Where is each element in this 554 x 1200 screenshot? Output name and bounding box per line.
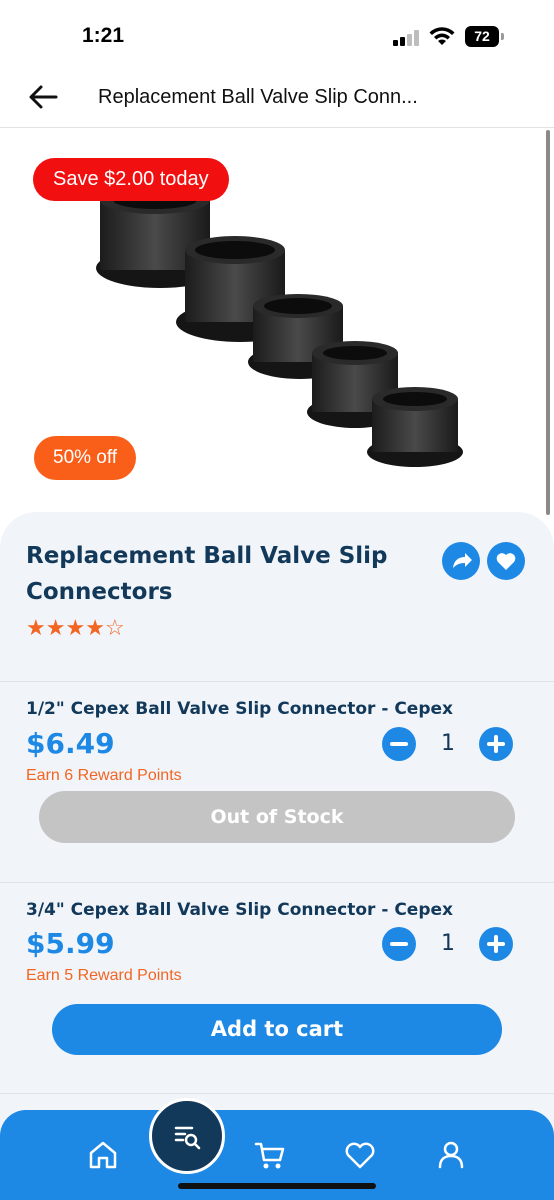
wifi-icon <box>429 27 455 45</box>
heart-icon[interactable] <box>343 1138 377 1172</box>
star-empty-icon: ☆ <box>104 616 125 641</box>
star-icon: ★ <box>45 616 66 641</box>
search-list-icon <box>174 1126 201 1150</box>
scrollbar[interactable] <box>546 130 550 515</box>
discount-badge: 50% off <box>34 436 137 480</box>
home-indicator <box>178 1183 376 1189</box>
cart-icon[interactable] <box>253 1138 287 1172</box>
out-of-stock-button: Out of Stock <box>39 791 515 843</box>
back-arrow-icon[interactable] <box>26 82 60 112</box>
app-header: Replacement Ball Valve Slip Conn... <box>0 70 554 128</box>
battery-icon: 72 <box>465 26 505 47</box>
star-rating: ★★★★☆ <box>26 616 125 641</box>
favorite-button[interactable] <box>487 542 525 580</box>
quantity-value: 1 <box>441 931 455 956</box>
star-icon: ★ <box>26 616 46 641</box>
reward-points: Earn 5 Reward Points <box>26 967 182 984</box>
divider <box>0 882 554 883</box>
search-list-button[interactable] <box>149 1098 225 1174</box>
quantity-plus-button[interactable] <box>479 927 513 961</box>
variant-name: 1/2" Cepex Ball Valve Slip Connector - C… <box>26 699 453 719</box>
save-badge: Save $2.00 today <box>33 158 229 201</box>
divider <box>0 681 554 682</box>
home-icon[interactable] <box>86 1138 120 1172</box>
star-icon: ★ <box>85 616 105 641</box>
variant-price: $5.99 <box>26 927 115 960</box>
variant-price: $6.49 <box>26 727 115 760</box>
reward-points: Earn 6 Reward Points <box>26 767 182 784</box>
status-time: 1:21 <box>82 24 125 47</box>
product-title: Replacement Ball Valve Slip Connectors <box>26 543 388 605</box>
add-to-cart-button[interactable]: Add to cart <box>52 1004 502 1055</box>
variant-name: 3/4" Cepex Ball Valve Slip Connector - C… <box>26 900 453 920</box>
battery-level: 72 <box>465 26 499 47</box>
page-title: Replacement Ball Valve Slip Conn... <box>98 86 418 108</box>
quantity-value: 1 <box>441 731 455 756</box>
quantity-plus-button[interactable] <box>479 727 513 761</box>
quantity-minus-button[interactable] <box>382 727 416 761</box>
quantity-minus-button[interactable] <box>382 927 416 961</box>
status-bar: 1:21 72 <box>0 0 554 70</box>
star-icon: ★ <box>65 616 86 641</box>
signal-icon <box>393 30 419 46</box>
share-icon <box>453 553 472 568</box>
divider <box>0 1093 554 1094</box>
user-icon[interactable] <box>434 1138 468 1172</box>
heart-icon <box>496 553 516 570</box>
share-button[interactable] <box>442 542 480 580</box>
product-image <box>96 190 463 467</box>
